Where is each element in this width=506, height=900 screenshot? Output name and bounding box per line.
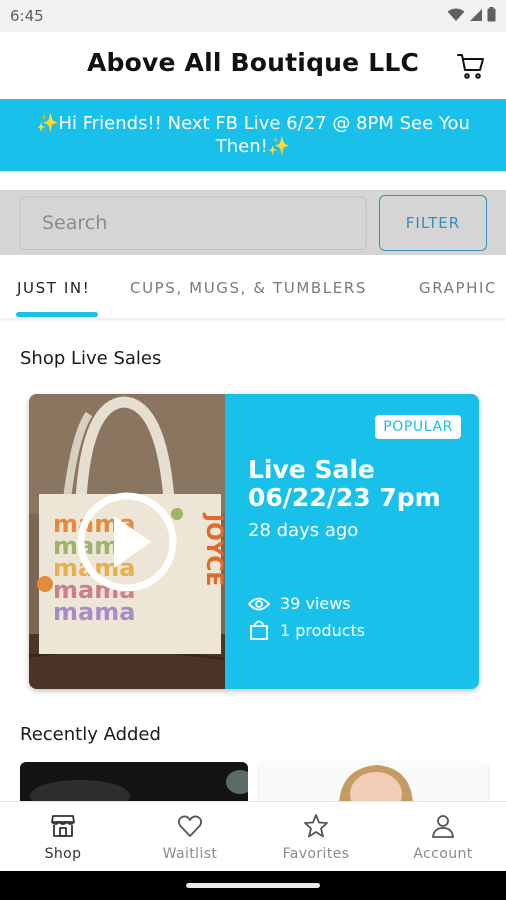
- nav-favorites[interactable]: Favorites: [253, 802, 379, 872]
- section-title-live-sales: Shop Live Sales: [20, 348, 162, 369]
- nav-label: Account: [413, 846, 473, 862]
- signal-icon: [470, 8, 482, 21]
- nav-label: Waitlist: [162, 846, 218, 862]
- announcement-banner: ✨Hi Friends!! Next FB Live 6/27 @ 8PM Se…: [0, 99, 506, 171]
- wifi-icon: [447, 8, 465, 21]
- recent-product-card[interactable]: [259, 762, 488, 804]
- live-sale-info[interactable]: POPULAR Live Sale 06/22/23 7pm 28 days a…: [225, 394, 479, 689]
- tab-just-in[interactable]: JUST IN!: [17, 279, 90, 297]
- category-tabs: JUST IN! CUPS, MUGS, & TUMBLERS GRAPHIC: [0, 255, 506, 318]
- app-header: Above All Boutique LLC: [0, 32, 506, 99]
- section-title-recently-added: Recently Added: [20, 724, 161, 745]
- star-icon: [304, 814, 328, 838]
- nav-account[interactable]: Account: [380, 802, 506, 872]
- products-count: 1 products: [280, 620, 366, 640]
- cart-button[interactable]: [456, 51, 486, 81]
- views-row: 39 views: [248, 594, 351, 613]
- announcement-text: ✨Hi Friends!! Next FB Live 6/27 @ 8PM Se…: [36, 113, 470, 157]
- home-gesture-handle[interactable]: [186, 883, 320, 888]
- live-sale-title-line1: Live Sale: [248, 455, 375, 484]
- eye-icon: [248, 597, 270, 610]
- live-sale-card[interactable]: mama mama mama mama mama JOYCE POPULAR L…: [29, 394, 479, 689]
- live-sale-title: Live Sale 06/22/23 7pm: [248, 456, 441, 512]
- gesture-bar: [0, 871, 506, 900]
- svg-text:mama: mama: [53, 598, 135, 626]
- tote-bag-image: mama mama mama mama mama JOYCE: [29, 394, 225, 689]
- status-bar: 6:45: [0, 0, 506, 32]
- bag-name-text: JOYCE: [201, 512, 225, 586]
- search-bar: FILTER: [0, 190, 506, 255]
- recent-product-card[interactable]: [20, 762, 248, 804]
- live-sale-title-line2: 06/22/23 7pm: [248, 483, 441, 512]
- bottom-nav: Shop Waitlist Favorites Account: [0, 801, 506, 871]
- nav-label: Shop: [44, 846, 82, 862]
- product-image: [20, 762, 248, 804]
- status-time: 6:45: [10, 7, 44, 25]
- product-image: [259, 762, 488, 804]
- products-row: 1 products: [248, 619, 365, 641]
- shopping-bag-icon: [250, 620, 268, 640]
- heart-icon: [177, 815, 203, 837]
- nav-label: Favorites: [282, 846, 350, 862]
- tab-cups-mugs-tumblers[interactable]: CUPS, MUGS, & TUMBLERS: [130, 279, 367, 297]
- nav-waitlist[interactable]: Waitlist: [127, 802, 253, 872]
- battery-icon: [487, 7, 496, 22]
- person-icon: [431, 815, 455, 838]
- views-count: 39 views: [280, 594, 351, 613]
- search-input[interactable]: [19, 196, 367, 250]
- filter-button[interactable]: FILTER: [379, 195, 487, 251]
- nav-shop[interactable]: Shop: [0, 802, 126, 872]
- store-title: Above All Boutique LLC: [86, 48, 420, 77]
- popular-badge: POPULAR: [375, 415, 461, 439]
- active-tab-indicator: [16, 312, 98, 317]
- status-icons: [447, 7, 496, 22]
- cart-icon: [457, 54, 484, 79]
- live-sale-age: 28 days ago: [248, 520, 359, 541]
- storefront-icon: [51, 815, 75, 837]
- tab-graphic[interactable]: GRAPHIC: [419, 279, 497, 297]
- live-sale-thumbnail[interactable]: mama mama mama mama mama JOYCE: [29, 394, 225, 689]
